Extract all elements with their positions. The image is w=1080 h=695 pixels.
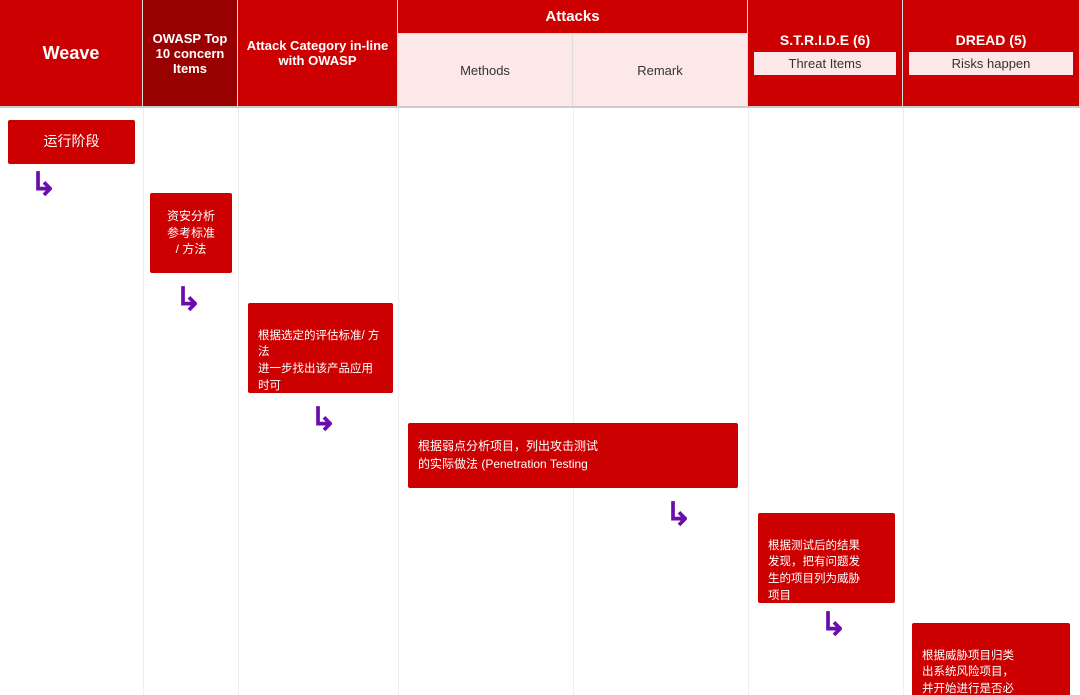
stride-top-label: S.T.R.I.D.E (6)	[780, 32, 870, 52]
weave-label: Weave	[43, 43, 100, 64]
box-6: 根据威胁项目归类 出系统风险项目， 并开始进行是否必 须修改设计工作以 避免该项…	[912, 623, 1070, 695]
divider-1	[143, 108, 144, 695]
divider-6	[903, 108, 904, 695]
divider-5	[748, 108, 749, 695]
box1-text: 运行阶段	[44, 132, 100, 152]
header-weave: Weave	[0, 0, 143, 106]
header-row: Weave OWASP Top 10 concern Items Attack …	[0, 0, 1080, 108]
dread-sub-label: Risks happen	[909, 52, 1073, 75]
box-2: 资安分析 参考标准 / 方法	[150, 193, 232, 273]
divider-2	[238, 108, 239, 695]
header-attack-cat: Attack Category in-line with OWASP	[238, 0, 398, 106]
box6-text: 根据威胁项目归类 出系统风险项目， 并开始进行是否必 须修改设计工作以 避免该项…	[922, 650, 1014, 695]
box-3: 根据选定的评估标准/ 方法 进一步找出该产品应用时可 能会发生资安上的弱点之分 …	[248, 303, 393, 393]
dread-top-label: DREAD (5)	[956, 32, 1027, 52]
header-owasp: OWASP Top 10 concern Items	[143, 0, 238, 106]
remark-label: Remark	[637, 63, 683, 78]
arrow-1: ↳	[30, 168, 57, 200]
box4-text: 根据弱点分析项目，列出攻击测试 的实际做法 (Penetration Testi…	[418, 438, 598, 473]
attack-cat-label: Attack Category in-line with OWASP	[244, 38, 391, 68]
owasp-label: OWASP Top 10 concern Items	[149, 31, 231, 76]
arrow-5: ↳	[820, 608, 847, 640]
header-methods: Methods	[398, 34, 573, 106]
header-dread: DREAD (5) Risks happen	[903, 0, 1080, 106]
arrow-4: ↳	[665, 498, 692, 530]
box2-text: 资安分析 参考标准 / 方法	[167, 208, 215, 258]
box3-text: 根据选定的评估标准/ 方法 进一步找出该产品应用时可 能会发生资安上的弱点之分 …	[258, 330, 379, 459]
divider-3	[398, 108, 399, 695]
attacks-sub-row: Methods Remark	[398, 34, 747, 106]
body-area: 运行阶段 ↳ 资安分析 参考标准 / 方法 ↳ 根据选定的评估标准/ 方法 进一…	[0, 108, 1080, 695]
arrow-2: ↳	[175, 283, 202, 315]
methods-label: Methods	[460, 63, 510, 78]
box5-text: 根据测试后的结果 发现，把有问题发 生的项目列为威胁 项目	[768, 540, 860, 602]
attacks-top-label: Attacks	[398, 0, 747, 34]
arrow-3: ↳	[310, 403, 337, 435]
box-4: 根据弱点分析项目，列出攻击测试 的实际做法 (Penetration Testi…	[408, 423, 738, 488]
header-stride: S.T.R.I.D.E (6) Threat Items	[748, 0, 903, 106]
divider-4	[573, 108, 574, 695]
box-5: 根据测试后的结果 发现，把有问题发 生的项目列为威胁 项目	[758, 513, 895, 603]
stride-sub-label: Threat Items	[754, 52, 896, 75]
main-container: Weave OWASP Top 10 concern Items Attack …	[0, 0, 1080, 695]
header-attacks-group: Attacks Methods Remark	[398, 0, 748, 106]
box-1: 运行阶段	[8, 120, 135, 164]
header-remark: Remark	[573, 34, 747, 106]
